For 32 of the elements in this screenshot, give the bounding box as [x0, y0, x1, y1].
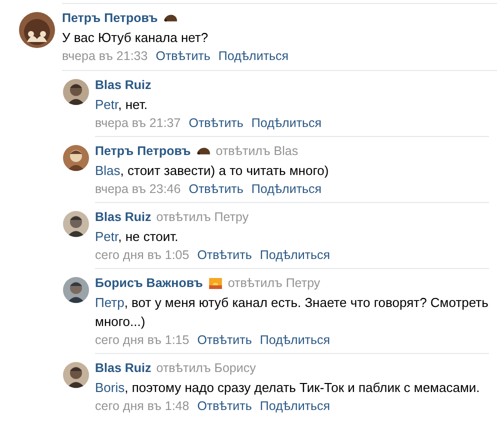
reply-link[interactable]: Отвѣтить [188, 114, 244, 133]
author-name[interactable]: Борисъ Важновъ [95, 274, 203, 293]
reply-link[interactable]: Отвѣтить [197, 246, 252, 265]
sunset-icon [208, 278, 223, 289]
comment-text: Petr, нет. [95, 96, 148, 114]
mention-link[interactable]: Petr [95, 97, 118, 112]
author-name[interactable]: Blas Ruiz [95, 359, 152, 378]
comment-text: Petr, не стоит. [95, 228, 180, 246]
share-link[interactable]: Подѣлиться [260, 397, 330, 416]
comment-text: Петр, вот у меня ютуб канал есть. Знаете что говорят? Смотреть много...) [95, 294, 489, 331]
share-link[interactable]: Подѣлиться [251, 180, 322, 199]
author-name[interactable]: Blas Ruiz [95, 208, 152, 227]
mention-link[interactable]: Petr [95, 229, 118, 244]
author-name[interactable]: Blas Ruiz [95, 76, 152, 95]
author-name[interactable]: Петръ Петровъ [95, 142, 191, 161]
share-link[interactable]: Подѣлиться [218, 47, 289, 66]
hedgehog-icon [196, 146, 211, 157]
reply-link[interactable]: Отвѣтить [197, 397, 252, 416]
share-link[interactable]: Подѣлиться [251, 114, 322, 133]
mention-link[interactable]: Петр [95, 295, 124, 310]
reply-link[interactable]: Отвѣтить [156, 47, 210, 66]
mention-link[interactable]: Blas [95, 163, 120, 178]
hedgehog-icon [162, 13, 178, 24]
share-link[interactable]: Подѣлиться [260, 331, 330, 350]
comment-text: Boris, поэтому надо сразу делать Тик-Ток и паблик с мемасами. [95, 379, 481, 397]
comment-text: У вас Ютуб канала нет? [62, 29, 210, 47]
comment-text: Blas, стоит завести) а то читать много) [95, 162, 330, 180]
reply-link[interactable]: Отвѣтить [197, 331, 252, 350]
share-link[interactable]: Подѣлиться [260, 246, 330, 265]
reply-link[interactable]: Отвѣтить [188, 180, 244, 199]
author-name[interactable]: Петръ Петровъ [62, 9, 158, 28]
mention-link[interactable]: Boris [95, 380, 125, 395]
